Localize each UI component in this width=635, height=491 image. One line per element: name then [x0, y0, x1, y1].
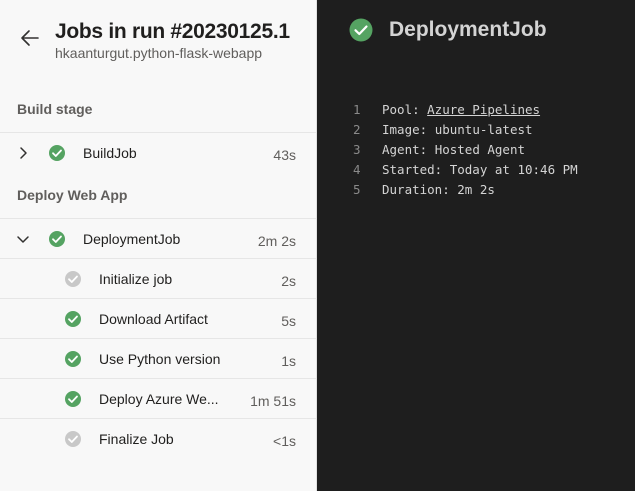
- step-label: Use Python version: [99, 351, 221, 367]
- job-detail-panel: DeploymentJob 1 Pool: Azure Pipelines 2 Im…: [317, 0, 635, 491]
- log-output: 1 Pool: Azure Pipelines 2 Image: ubuntu-la…: [353, 100, 578, 200]
- check-circle-icon: [65, 391, 81, 407]
- log-key: Duration:: [382, 182, 458, 197]
- step-duration: <1s: [273, 433, 296, 449]
- detail-title: DeploymentJob: [389, 18, 547, 41]
- step-duration: 1m 51s: [250, 393, 296, 409]
- step-row-use-python-version[interactable]: Use Python version 1s: [0, 338, 316, 378]
- log-value: 2m 2s: [457, 182, 495, 197]
- detail-header: DeploymentJob: [349, 18, 547, 42]
- log-line: 5 Duration: 2m 2s: [353, 180, 578, 200]
- chevron-down-icon[interactable]: [14, 230, 32, 248]
- back-button[interactable]: [16, 24, 44, 52]
- log-line: 2 Image: ubuntu-latest: [353, 120, 578, 140]
- job-label: DeploymentJob: [83, 231, 181, 247]
- step-label: Finalize Job: [99, 431, 174, 447]
- step-label: Initialize job: [99, 271, 173, 287]
- log-value: Today at 10:46 PM: [449, 162, 578, 177]
- check-circle-icon: [49, 231, 65, 247]
- log-key: Pool:: [382, 102, 428, 117]
- line-number: 3: [353, 142, 361, 157]
- page-title: Jobs in run #20230125.1: [55, 20, 290, 43]
- stage-header-build: Build stage: [17, 101, 93, 117]
- job-duration: 43s: [273, 147, 296, 163]
- log-key: Started:: [382, 162, 450, 177]
- step-duration: 5s: [281, 313, 296, 329]
- step-row-download-artifact[interactable]: Download Artifact 5s: [0, 298, 316, 338]
- check-circle-icon: [349, 18, 373, 42]
- line-number: 4: [353, 162, 361, 177]
- log-line: 1 Pool: Azure Pipelines: [353, 100, 578, 120]
- repo-name: hkaanturgut.python-flask-webapp: [55, 45, 263, 61]
- arrow-left-icon: [21, 30, 39, 46]
- step-duration: 1s: [281, 353, 296, 369]
- chevron-right-icon[interactable]: [14, 144, 32, 162]
- line-number: 1: [353, 102, 361, 117]
- job-row-buildjob[interactable]: BuildJob 43s: [0, 132, 316, 172]
- log-line: 3 Agent: Hosted Agent: [353, 140, 578, 160]
- line-number: 5: [353, 182, 361, 197]
- step-label: Deploy Azure We...: [99, 391, 219, 407]
- job-label: BuildJob: [83, 145, 137, 161]
- job-duration: 2m 2s: [257, 233, 296, 249]
- jobs-panel: Jobs in run #20230125.1 hkaanturgut.pyth…: [0, 0, 317, 491]
- pool-link[interactable]: Azure Pipelines: [427, 102, 540, 117]
- step-duration: 2s: [281, 273, 296, 289]
- log-value: Hosted Agent: [434, 142, 525, 157]
- job-row-deploymentjob[interactable]: DeploymentJob 2m 2s: [0, 218, 316, 258]
- step-row-finalize-job[interactable]: Finalize Job <1s: [0, 418, 316, 458]
- check-circle-icon: [65, 351, 81, 367]
- step-row-initialize-job[interactable]: Initialize job 2s: [0, 258, 316, 298]
- log-line: 4 Started: Today at 10:46 PM: [353, 160, 578, 180]
- log-value: ubuntu-latest: [434, 122, 533, 137]
- step-row-deploy-azure-web-app[interactable]: Deploy Azure We... 1m 51s: [0, 378, 316, 418]
- skipped-circle-icon: [65, 271, 81, 287]
- log-key: Agent:: [382, 142, 435, 157]
- check-circle-icon: [49, 145, 65, 161]
- step-label: Download Artifact: [99, 311, 208, 327]
- stage-header-deploy: Deploy Web App: [17, 187, 128, 203]
- skipped-circle-icon: [65, 431, 81, 447]
- log-key: Image:: [382, 122, 435, 137]
- line-number: 2: [353, 122, 361, 137]
- check-circle-icon: [65, 311, 81, 327]
